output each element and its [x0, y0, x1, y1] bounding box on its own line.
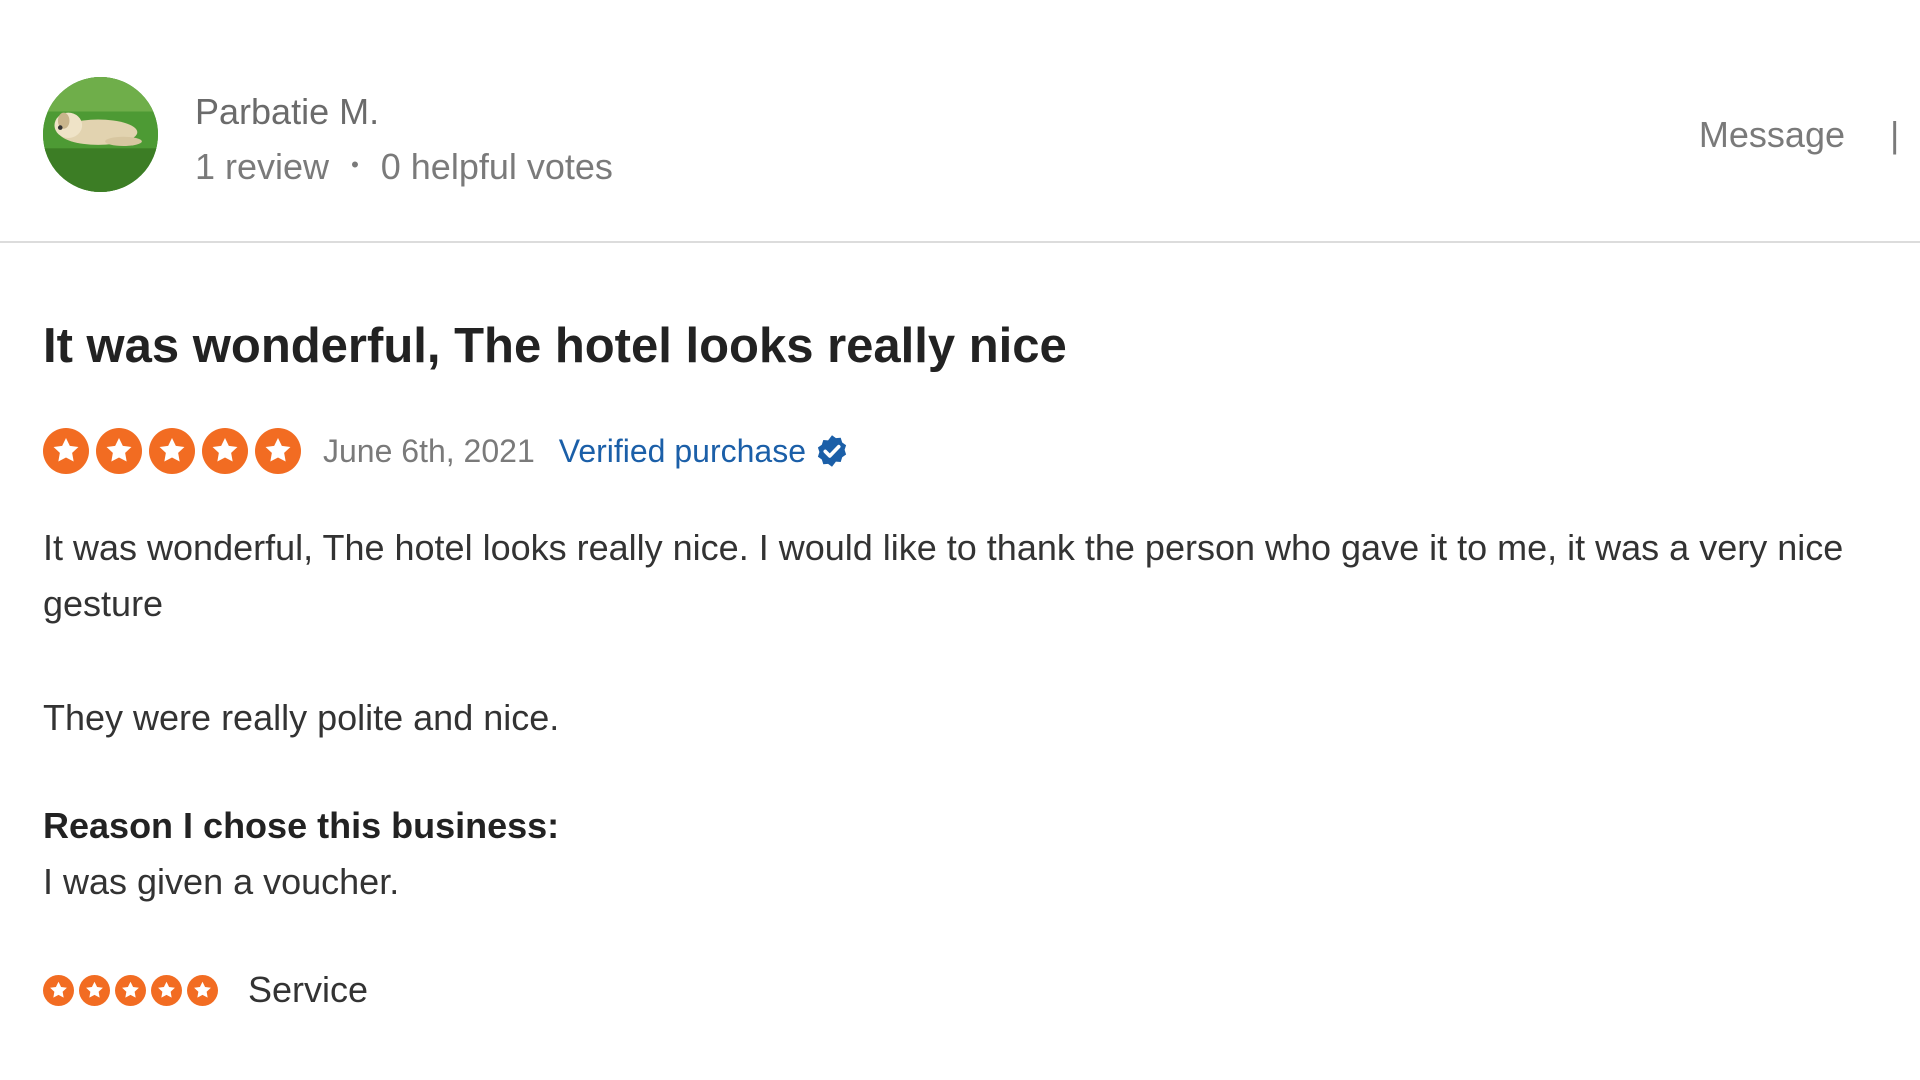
- review-body-paragraph-2: They were really polite and nice.: [43, 697, 560, 738]
- rating-row: June 6th, 2021 Verified purchase: [43, 425, 850, 477]
- star-icon: [96, 428, 142, 474]
- reason-label: Reason I chose this business:: [43, 805, 560, 846]
- service-star-rating: [43, 974, 218, 1006]
- verified-purchase-badge[interactable]: Verified purchase: [559, 433, 850, 470]
- reason-text: I was given a voucher.: [43, 861, 400, 902]
- review-body-paragraph-1: It was wonderful, The hotel looks really…: [43, 527, 1844, 624]
- star-icon: [255, 428, 301, 474]
- star-icon: [43, 428, 89, 474]
- star-icon: [115, 974, 146, 1006]
- star-icon: [79, 974, 110, 1006]
- sub-rating-service: Service: [43, 968, 368, 1012]
- sub-rating-label: Service: [248, 969, 369, 1010]
- separator-dot: •: [351, 152, 359, 178]
- message-link[interactable]: Message: [1699, 113, 1845, 157]
- star-icon: [151, 974, 182, 1006]
- review-count: 1 review: [195, 146, 330, 187]
- reviewer-header: Parbatie M. 1 review • 0 helpful votes Mes…: [0, 0, 1920, 243]
- verified-label: Verified purchase: [558, 432, 806, 469]
- avatar-photo-icon: [43, 77, 158, 192]
- verified-check-icon: [817, 435, 847, 467]
- review-title: It was wonderful, The hotel looks really…: [43, 319, 1067, 373]
- star-rating: [43, 428, 301, 474]
- reviewer-stats: 1 review • 0 helpful votes: [195, 145, 613, 191]
- star-icon: [43, 974, 74, 1006]
- helpful-votes: 0 helpful votes: [380, 146, 613, 187]
- review-page: Parbatie M. 1 review • 0 helpful votes Mes…: [0, 0, 1920, 1080]
- star-icon: [149, 428, 195, 474]
- star-icon: [187, 974, 218, 1006]
- star-icon: [202, 428, 248, 474]
- action-divider: |: [1890, 114, 1900, 155]
- reviewer-name[interactable]: Parbatie M.: [195, 90, 379, 134]
- avatar[interactable]: [43, 77, 158, 192]
- review-date: June 6th, 2021: [323, 432, 535, 469]
